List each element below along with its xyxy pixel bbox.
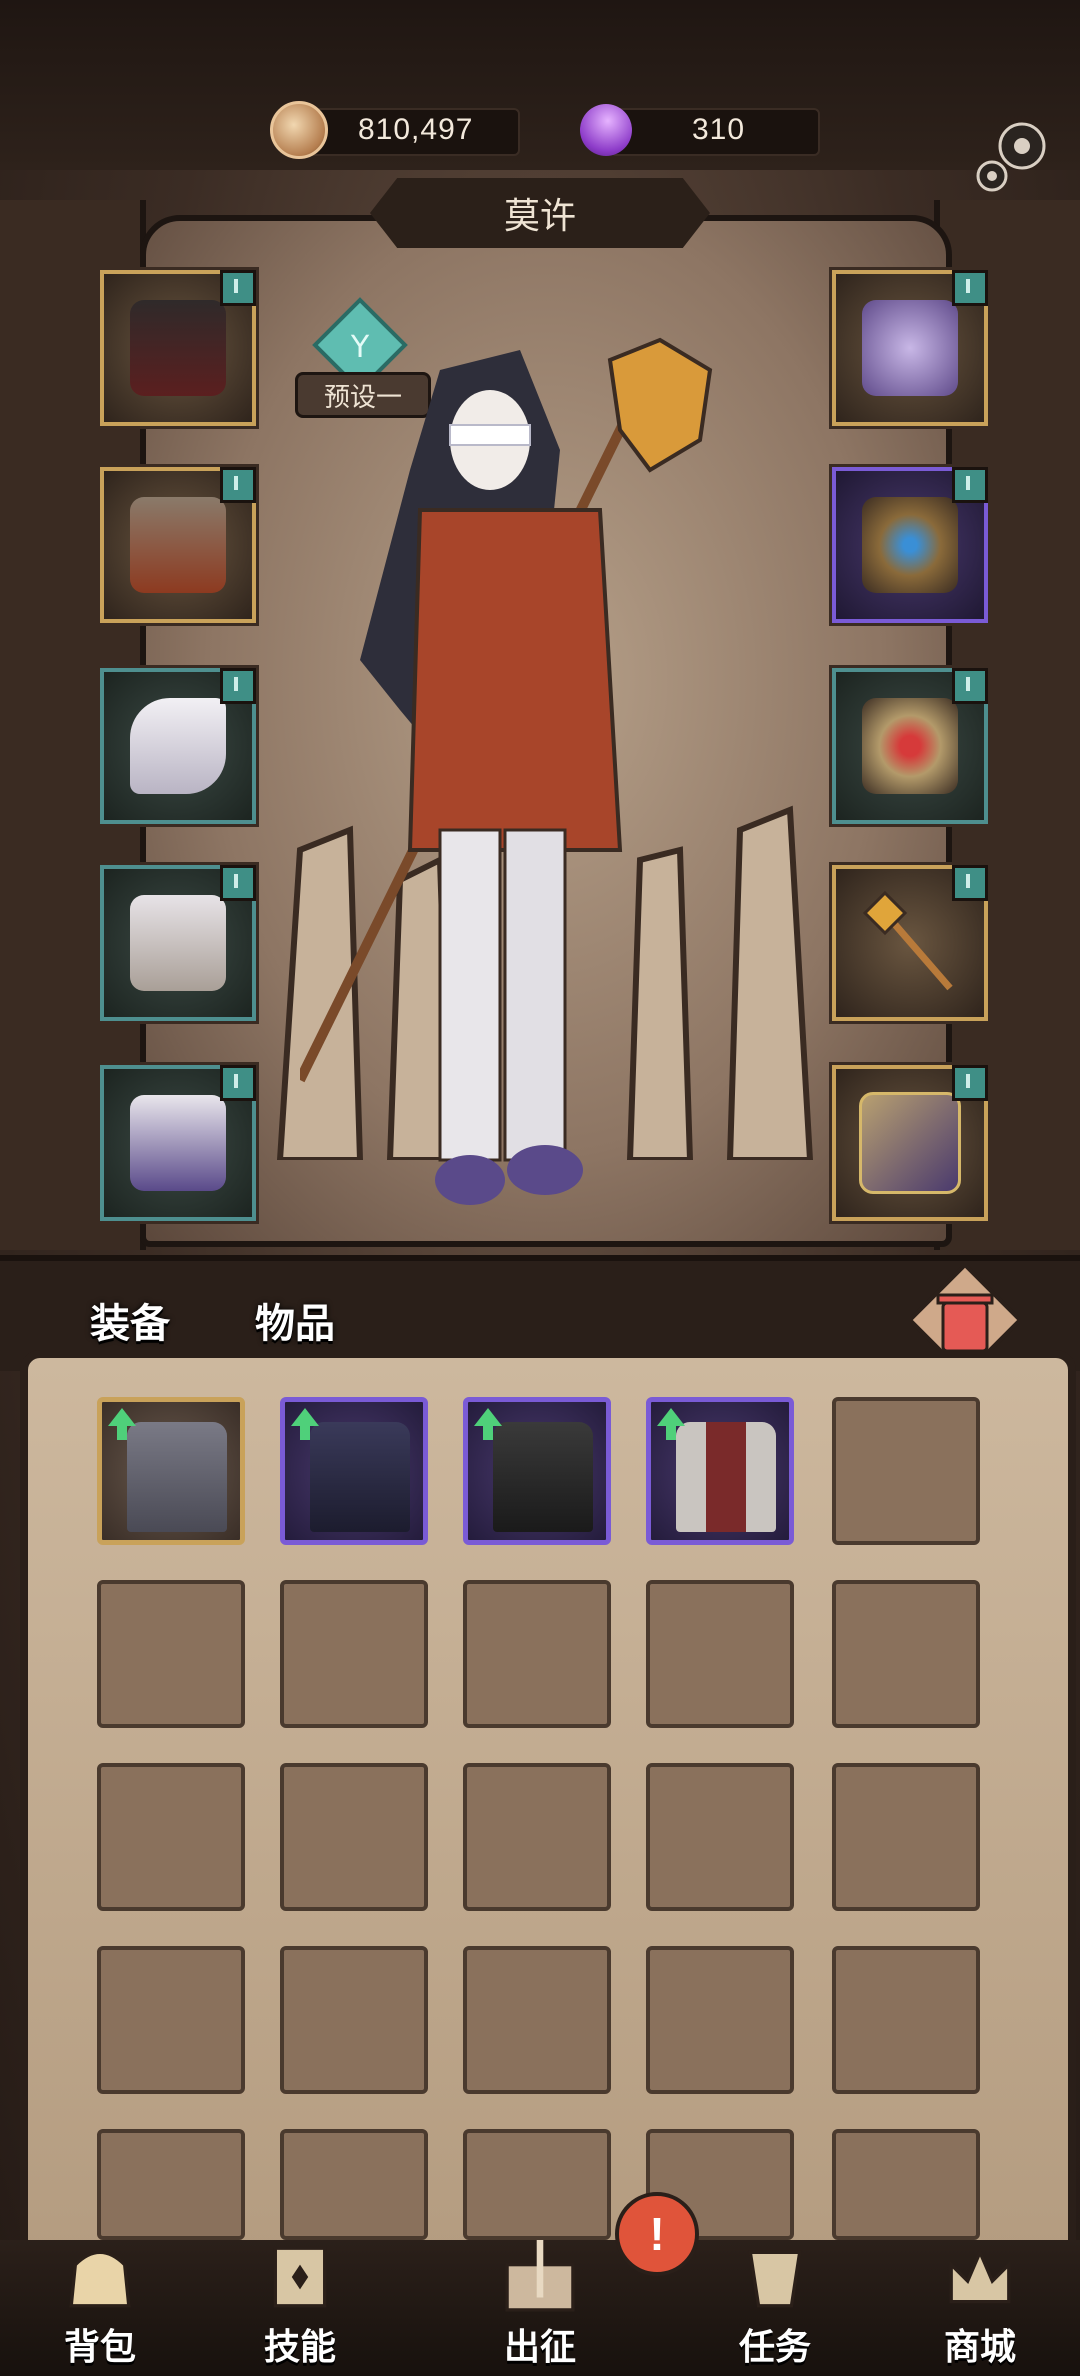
inventory-slot-empty[interactable]: [646, 1580, 794, 1728]
settings-gear-icon[interactable]: [970, 110, 1060, 200]
slot-marker-icon: [952, 1065, 988, 1101]
gloves-icon: [130, 698, 226, 794]
inventory-slot-empty[interactable]: [97, 1763, 245, 1911]
slot-marker-icon: [220, 467, 256, 503]
red-vest-icon: [676, 1422, 776, 1532]
nav-expedition[interactable]: 出征: [460, 2240, 620, 2376]
tab-items-label: 物品: [255, 1302, 335, 1346]
upgrade-arrow-icon: [108, 1408, 136, 1440]
inventory-slot-empty[interactable]: [97, 1580, 245, 1728]
inventory-item-gray-pants[interactable]: [97, 1397, 245, 1545]
game-screen: 810,497 310 莫许 Y 预设一 装备 物品 背包 技能 出征 任务 商…: [0, 0, 1080, 2376]
alert-badge[interactable]: !: [615, 2192, 699, 2276]
equip-slot-necklace[interactable]: [832, 270, 988, 426]
slot-marker-icon: [220, 270, 256, 306]
inventory-slot-empty[interactable]: [280, 1580, 428, 1728]
slot-marker-icon: [952, 865, 988, 901]
nav-quests[interactable]: 任务: [695, 2240, 855, 2376]
crystal-necklace-icon: [862, 300, 958, 396]
inventory-slot-empty[interactable]: [280, 1946, 428, 2094]
inventory-slot-empty[interactable]: [280, 1763, 428, 1911]
slot-marker-icon: [220, 865, 256, 901]
top-bar: [0, 0, 1080, 170]
inventory-slot-empty[interactable]: [832, 1397, 980, 1545]
nav-quests-label: 任务: [738, 2326, 811, 2367]
equip-slot-cape[interactable]: [100, 467, 256, 623]
slot-marker-icon: [952, 270, 988, 306]
nav-shop[interactable]: 商城: [900, 2240, 1060, 2376]
equip-slot-weapon[interactable]: [832, 865, 988, 1021]
equip-slot-boots[interactable]: [100, 1065, 256, 1221]
upgrade-arrow-icon: [291, 1408, 319, 1440]
golden-staff-icon: [862, 890, 953, 991]
shop-crown-icon: [949, 2248, 1011, 2304]
inventory-slot-empty[interactable]: [646, 1763, 794, 1911]
nav-expedition-label: 出征: [503, 2326, 576, 2367]
gray-pants-icon: [127, 1422, 227, 1532]
equip-slot-amulet[interactable]: [832, 668, 988, 824]
inventory-slot-empty[interactable]: [280, 2129, 428, 2240]
tab-equipment-label: 装备: [90, 1302, 170, 1346]
coin-value: 810,497: [358, 113, 474, 146]
inventory-slot-empty[interactable]: [646, 1946, 794, 2094]
inventory-item-red-vest[interactable]: [646, 1397, 794, 1545]
character-figure: [300, 337, 713, 1205]
upgrade-arrow-icon: [657, 1408, 685, 1440]
coin-icon: [270, 101, 328, 159]
slot-marker-icon: [952, 668, 988, 704]
hood-icon: [130, 300, 226, 396]
slot-marker-icon: [220, 668, 256, 704]
inventory-slot-empty[interactable]: [463, 1946, 611, 2094]
equip-slot-pants[interactable]: [100, 865, 256, 1021]
nav-skills-label: 技能: [263, 2326, 336, 2367]
nav-backpack-label: 背包: [63, 2326, 136, 2367]
gem-counter: 310: [569, 93, 820, 167]
spell-tome-icon: [859, 1092, 961, 1194]
skill-icon: [273, 2246, 327, 2308]
equip-slot-hood[interactable]: [100, 270, 256, 426]
pants-icon: [130, 895, 226, 991]
nav-backpack[interactable]: 背包: [20, 2240, 180, 2376]
inventory-slot-empty[interactable]: [463, 1763, 611, 1911]
fur-cape-icon: [130, 497, 226, 593]
equip-slot-gloves[interactable]: [100, 668, 256, 824]
coin-counter: 810,497: [270, 100, 520, 160]
inventory-slot-empty[interactable]: [97, 2129, 245, 2240]
equip-slot-ring[interactable]: [832, 467, 988, 623]
ruby-amulet-icon: [862, 698, 958, 794]
boots-icon: [130, 1095, 226, 1191]
inventory-item-dark-armor[interactable]: [280, 1397, 428, 1545]
backpack-icon: [69, 2250, 131, 2308]
inventory-slot-empty[interactable]: [832, 1946, 980, 2094]
dragon-ring-icon: [862, 497, 958, 593]
sword-map-icon: [505, 2240, 575, 2312]
inventory-slot-empty[interactable]: [463, 2129, 611, 2240]
inventory-slot-empty[interactable]: [463, 1580, 611, 1728]
inventory-item-black-skirt[interactable]: [463, 1397, 611, 1545]
equip-slot-tome[interactable]: [832, 1065, 988, 1221]
quest-scroll-icon: [748, 2250, 802, 2308]
black-skirt-icon: [493, 1422, 593, 1532]
nav-shop-label: 商城: [943, 2326, 1016, 2367]
upgrade-arrow-icon: [474, 1408, 502, 1440]
character-name: 莫许: [370, 178, 710, 248]
slot-marker-icon: [220, 1065, 256, 1101]
inventory-slot-empty[interactable]: [97, 1946, 245, 2094]
inventory-slot-empty[interactable]: [832, 2129, 980, 2240]
gem-value: 310: [692, 113, 746, 146]
inventory-slot-empty[interactable]: [832, 1580, 980, 1728]
slot-marker-icon: [952, 467, 988, 503]
dark-armor-icon: [310, 1422, 410, 1532]
inventory-slot-empty[interactable]: [832, 1763, 980, 1911]
nav-skills[interactable]: 技能: [220, 2240, 380, 2376]
